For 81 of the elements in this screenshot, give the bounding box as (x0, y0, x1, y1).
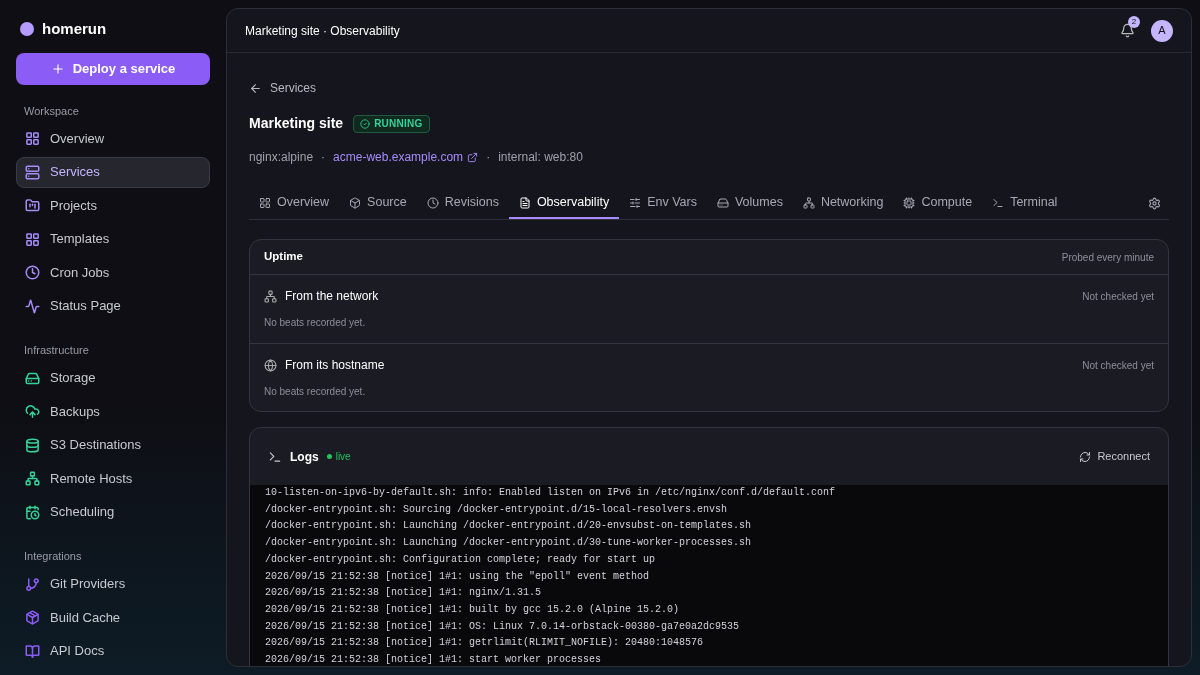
deploy-button[interactable]: Deploy a service (16, 52, 210, 85)
card-title: Uptime (264, 249, 303, 265)
sidebar-item[interactable]: S3 Destinations (16, 429, 210, 461)
sidebar-item[interactable]: Status Page (16, 290, 210, 322)
tab[interactable]: Revisions (416, 188, 509, 219)
section-heading: Integrations (23, 549, 83, 564)
log-line: 10-listen-on-ipv6-by-default.sh: info: Enabled listen on IPv6 in /etc/nginx/conf.d/default.conf (265, 486, 837, 500)
sidebar-item[interactable]: Overview (16, 123, 210, 154)
drive-icon (716, 196, 729, 209)
check-detail: No beats recorded yet. (264, 385, 367, 399)
document-icon (518, 196, 531, 209)
network-icon (802, 196, 815, 209)
log-line: 2026/09/15 21:52:38 [notice] 1#1: using the "epoll" event method (265, 569, 651, 584)
sidebar-item[interactable]: Remote Hosts (16, 463, 210, 494)
network-icon (264, 289, 277, 303)
sidebar-item[interactable]: Services (16, 156, 210, 188)
back-link[interactable]: Services (249, 79, 1169, 97)
refresh-icon (1079, 450, 1092, 463)
check-status: Not checked yet (1082, 358, 1154, 373)
check-title: From the network (285, 288, 379, 305)
clock-icon (426, 196, 439, 209)
tab[interactable]: Env Vars (619, 188, 707, 219)
bell-icon[interactable] (1120, 23, 1135, 38)
log-line: /docker-entrypoint.sh: Launching /docker-entrypoint.d/30-tune-worker-processes.sh (265, 536, 753, 551)
domain-link[interactable]: acme-web.example.com (333, 148, 479, 166)
sidebar-item[interactable]: API Docs (16, 635, 210, 667)
sidebar-item[interactable]: Templates (16, 223, 210, 255)
probe-note: Probed every minute (1061, 250, 1154, 265)
sidebar-item[interactable]: Backups (16, 396, 210, 427)
external-link-icon (467, 151, 479, 163)
status-badge: RUNNING (353, 114, 430, 133)
log-line: 2026/09/15 21:52:38 [notice] 1#1: built by gcc 15.2.0 (Alpine 15.2.0) (265, 602, 681, 617)
live-indicator: live (326, 449, 351, 464)
service-name: Marketing site (249, 114, 344, 133)
globe-icon (264, 358, 277, 372)
section-heading: Infrastructure (23, 343, 90, 358)
reconnect-button[interactable]: Reconnect (1079, 448, 1150, 465)
log-line: /docker-entrypoint.sh: Launching /docker-entrypoint.d/20-envsubst-on-templates.sh (265, 519, 753, 534)
image-name: nginx:alpine (249, 149, 314, 166)
check-detail: No beats recorded yet. (264, 316, 367, 330)
tab[interactable]: Volumes (706, 188, 793, 219)
page-title: Marketing site · Observability (245, 22, 400, 40)
plus-icon (50, 61, 65, 76)
log-line: /docker-entrypoint.sh: Sourcing /docker-entrypoint.d/15-local-resolvers.envsh (265, 502, 729, 517)
log-line: 2026/09/15 21:52:38 [notice] 1#1: nginx/1.31.5 (265, 586, 543, 601)
back-arrow-icon (249, 81, 262, 95)
check-title: From its hostname (285, 357, 385, 374)
log-line: 2026/09/15 21:52:38 [notice] 1#1: OS: Linux 7.0.14-orbstack-00380-ga7e0a2dc9535 (265, 619, 741, 634)
internal-address: internal: web:80 (498, 149, 583, 166)
section-heading: Workspace (23, 103, 80, 119)
tab[interactable]: Networking (792, 188, 894, 219)
logo-icon (20, 22, 34, 37)
sidebar-item[interactable]: Scheduling (16, 496, 210, 528)
notification-count: 2 (1128, 16, 1140, 28)
log-line: /docker-entrypoint.sh: Configuration complete; ready for start up (265, 552, 657, 567)
grid-icon (259, 196, 271, 209)
card-title: Logs (290, 448, 319, 466)
check-status: Not checked yet (1082, 289, 1154, 304)
chip-icon (903, 196, 916, 209)
sidebar-item[interactable]: Build Cache (16, 602, 210, 633)
tab[interactable]: Compute (893, 188, 983, 219)
sidebar-item[interactable]: Cron Jobs (16, 257, 210, 288)
terminal-icon (992, 196, 1005, 209)
cube-icon (349, 196, 362, 209)
tab[interactable]: Observability (508, 188, 620, 219)
sidebar-item[interactable]: Storage (16, 362, 210, 394)
brand-name: homerun (42, 19, 107, 39)
check-circle-icon (360, 118, 371, 129)
log-line: 2026/09/15 21:52:38 [notice] 1#1: start worker processes (265, 653, 603, 666)
avatar[interactable]: A (1151, 19, 1173, 42)
tab[interactable]: Terminal (982, 188, 1068, 219)
sliders-icon (629, 196, 642, 209)
separator: · (321, 149, 326, 166)
separator: · (486, 149, 491, 166)
sidebar-item[interactable]: Git Providers (16, 568, 210, 600)
terminal-icon (268, 449, 282, 464)
tab[interactable]: Source (339, 188, 417, 219)
tab[interactable]: Overview (249, 188, 340, 219)
settings-icon (1148, 197, 1161, 210)
sidebar-item[interactable]: Projects (16, 190, 210, 221)
log-line: 2026/09/15 21:52:38 [notice] 1#1: getrlimit(RLIMIT_NOFILE): 20480:1048576 (265, 636, 705, 651)
